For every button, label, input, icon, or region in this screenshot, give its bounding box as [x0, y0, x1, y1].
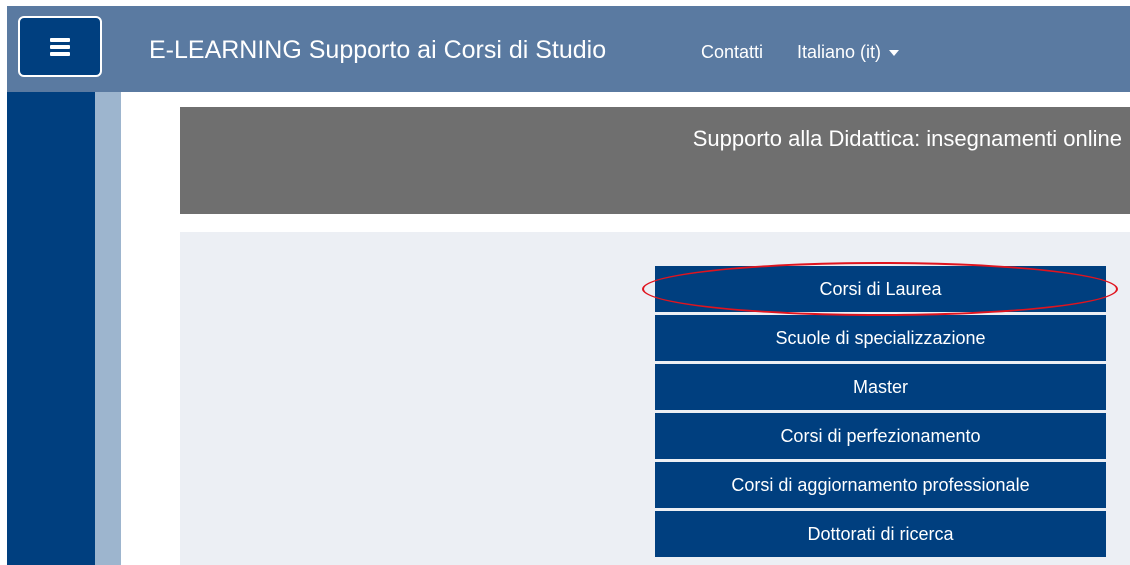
site-title[interactable]: E-LEARNING Supporto ai Corsi di Studio: [149, 34, 606, 66]
category-list: Corsi di Laurea Scuole di specializzazio…: [655, 266, 1106, 557]
top-navbar: E-LEARNING Supporto ai Corsi di Studio C…: [7, 6, 1130, 92]
drawer-scroll-strip: [95, 92, 121, 565]
category-button-master[interactable]: Master: [655, 364, 1106, 410]
category-button-corsi-di-perfezionamento[interactable]: Corsi di perfezionamento: [655, 413, 1106, 459]
caret-down-icon: [889, 50, 900, 56]
drawer-sidebar: [7, 92, 95, 565]
page: E-LEARNING Supporto ai Corsi di Studio C…: [0, 0, 1130, 565]
category-button-corsi-di-aggiornamento-professionale[interactable]: Corsi di aggiornamento professionale: [655, 462, 1106, 508]
category-button-dottorati-di-ricerca[interactable]: Dottorati di ricerca: [655, 511, 1106, 557]
category-button-corsi-di-laurea[interactable]: Corsi di Laurea: [655, 266, 1106, 312]
hamburger-menu-icon: [50, 37, 70, 56]
language-label: Italiano (it): [797, 42, 882, 62]
language-selector[interactable]: Italiano (it): [797, 41, 900, 63]
page-header-banner: Supporto alla Didattica: insegnamenti on…: [180, 107, 1130, 214]
page-title: Supporto alla Didattica: insegnamenti on…: [692, 126, 1122, 151]
nav-link-contatti[interactable]: Contatti: [701, 41, 763, 63]
category-button-scuole-di-specializzazione[interactable]: Scuole di specializzazione: [655, 315, 1106, 361]
menu-toggle-button[interactable]: [18, 16, 102, 77]
